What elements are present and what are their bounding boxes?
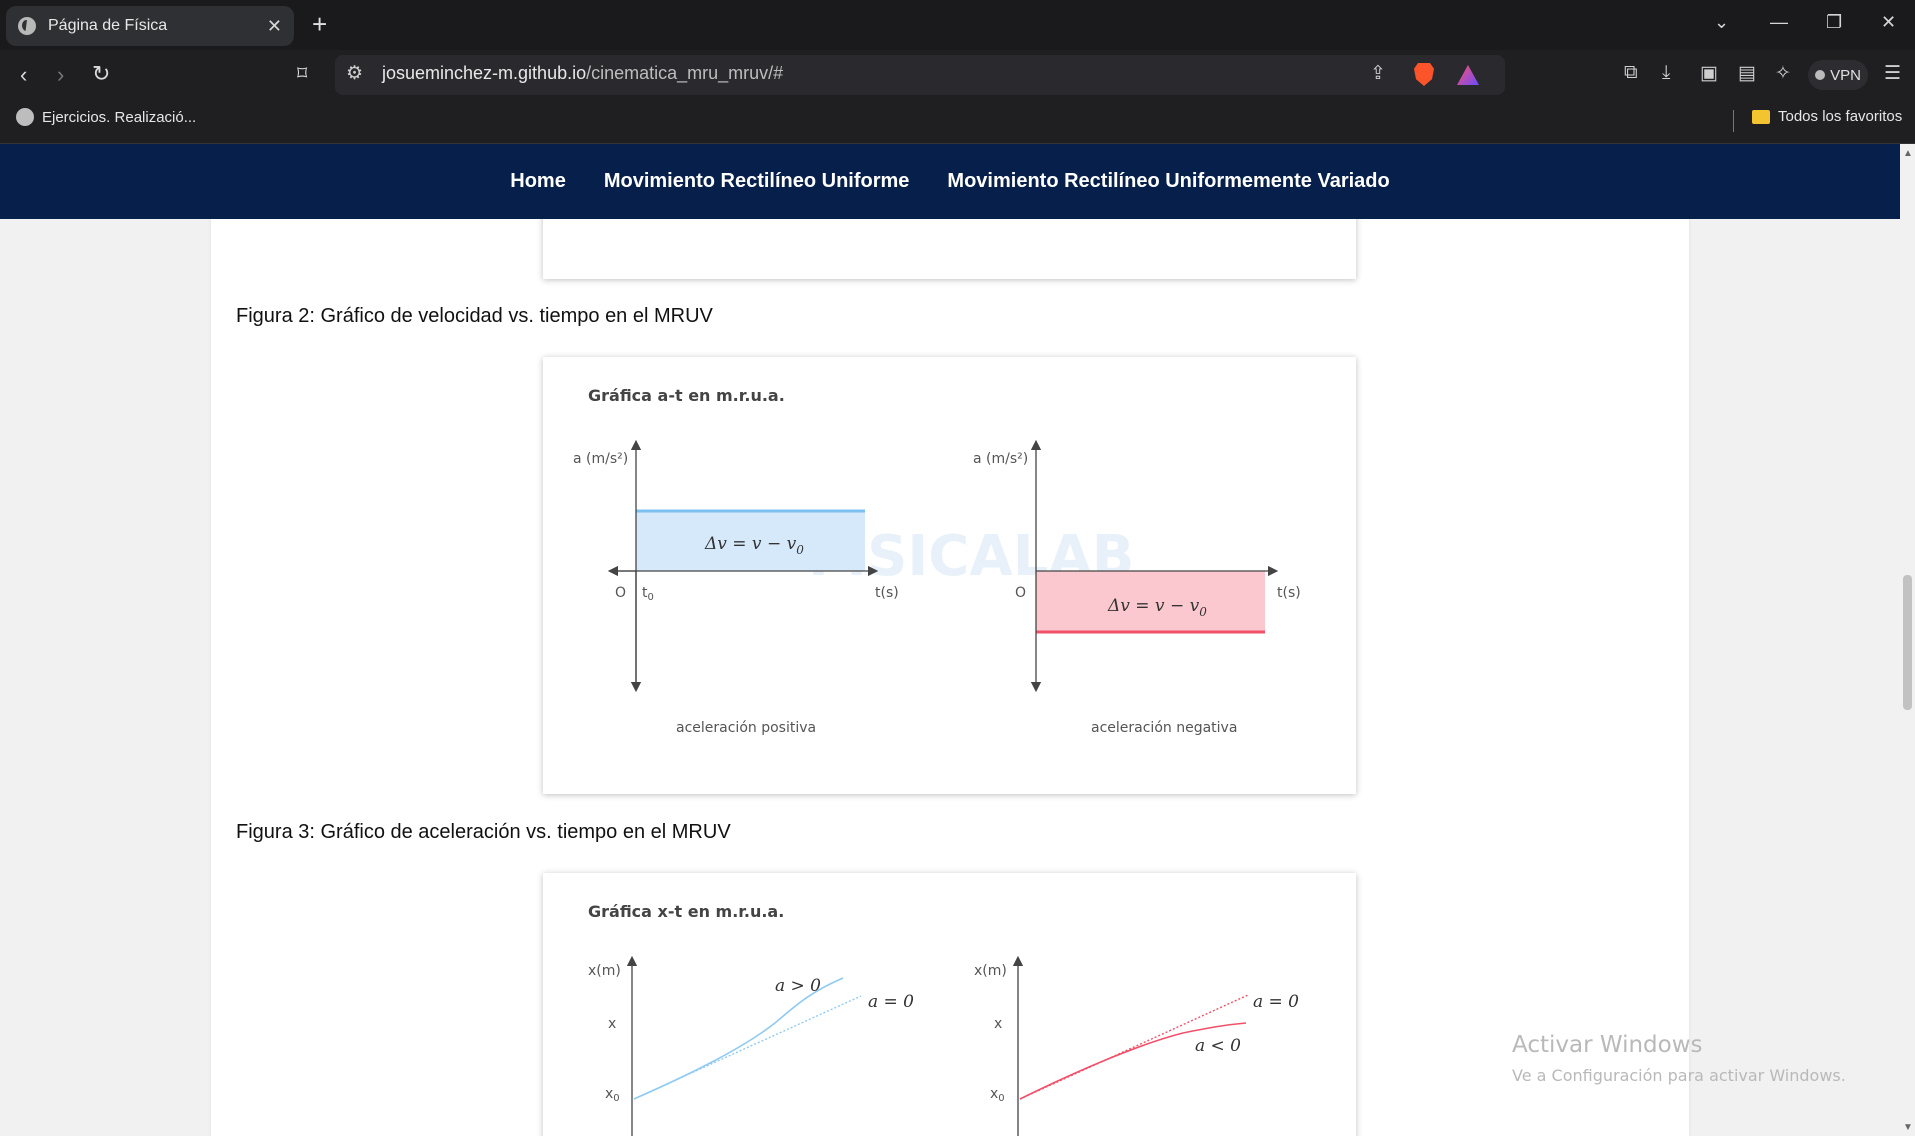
bookmark-item[interactable]: Ejercicios. Realizació...: [16, 108, 196, 126]
at-right-caption: aceleración negativa: [1091, 720, 1237, 736]
restore-icon[interactable]: ❐: [1826, 12, 1842, 33]
xt-left-curve-label: a > 0: [775, 976, 821, 996]
at-left-t0: t0: [642, 585, 654, 603]
xt-right-curve-label: a < 0: [1195, 1036, 1241, 1056]
vpn-button[interactable]: VPN: [1808, 60, 1868, 90]
tab-title: Página de Física: [48, 17, 168, 34]
at-left-caption: aceleración positiva: [676, 720, 816, 736]
minimize-icon[interactable]: —: [1770, 12, 1788, 33]
at-right-origin: O: [1015, 585, 1026, 601]
xt-left-linear: [633, 995, 862, 1100]
bookmarks-bar: [0, 100, 1915, 144]
figure-2-caption: Figura 2: Gráfico de velocidad vs. tiemp…: [236, 305, 713, 327]
back-icon[interactable]: ‹: [20, 62, 27, 88]
figure-3-caption: Figura 3: Gráfico de aceleración vs. tie…: [236, 821, 731, 843]
xt-right-line-label: a = 0: [1253, 992, 1299, 1012]
at-chart-card: Gráfica a-t en m.r.u.a. FISICALAB a (m/s…: [543, 357, 1356, 794]
site-settings-icon[interactable]: ⚙: [346, 62, 363, 85]
xt-left-ylabel: x(m): [588, 963, 621, 979]
at-left-xlabel: t(s): [875, 585, 899, 601]
xt-right-ylabel: x(m): [974, 963, 1007, 979]
xt-left-tick-x: x: [608, 1016, 616, 1032]
tab-search-chevron-icon[interactable]: ⌄: [1714, 12, 1729, 33]
folder-icon: [1752, 109, 1770, 124]
at-left-origin: O: [615, 585, 626, 601]
figure-1-card: [543, 219, 1356, 279]
content-container: Figura 2: Gráfico de velocidad vs. tiemp…: [211, 219, 1689, 1136]
bookmark-icon[interactable]: ⌑: [297, 61, 307, 87]
windows-activation-subtitle: Ve a Configuración para activar Windows.: [1512, 1066, 1846, 1085]
xt-left-tick-x0: x0: [605, 1086, 620, 1104]
site-nav: Home Movimiento Rectilíneo Uniforme Movi…: [0, 144, 1900, 219]
scroll-down-icon[interactable]: ▼: [1903, 1122, 1913, 1133]
page-body: Figura 2: Gráfico de velocidad vs. tiemp…: [0, 219, 1900, 1136]
close-window-icon[interactable]: ✕: [1881, 12, 1896, 33]
xt-right-curve: [1019, 1022, 1247, 1100]
scrollbar-thumb[interactable]: [1903, 575, 1912, 710]
xt-left-curve: [633, 977, 844, 1100]
xt-right-tick-x: x: [994, 1016, 1002, 1032]
nav-mru-link[interactable]: Movimiento Rectilíneo Uniforme: [604, 170, 910, 193]
at-left-formula: Δv = v − v0: [704, 534, 804, 557]
forward-icon[interactable]: ›: [57, 62, 64, 88]
wallet-icon[interactable]: ▤: [1738, 62, 1756, 85]
xt-chart-card: Gráfica x-t en m.r.u.a. x(m) x x0 a > 0 …: [543, 873, 1356, 1136]
globe-icon: [18, 17, 36, 35]
extensions-icon[interactable]: ⧉: [1624, 62, 1638, 84]
at-chart-svg: FISICALAB a (m/s²) t(s) O t0 Δv = v − v0…: [573, 439, 1301, 736]
new-tab-button[interactable]: +: [312, 10, 327, 38]
windows-activation-title: Activar Windows: [1512, 1032, 1703, 1058]
leo-ai-icon[interactable]: ✧: [1775, 62, 1791, 85]
at-left-ylabel: a (m/s²): [573, 451, 628, 467]
share-icon[interactable]: ⇪: [1370, 62, 1386, 85]
all-bookmarks-folder[interactable]: Todos los favoritos: [1752, 108, 1902, 125]
at-right-xlabel: t(s): [1277, 585, 1301, 601]
nav-home-link[interactable]: Home: [510, 170, 566, 193]
at-right-ylabel: a (m/s²): [973, 451, 1028, 467]
xt-left-line-label: a = 0: [868, 992, 914, 1012]
globe-icon: [16, 108, 34, 126]
browser-tab[interactable]: Página de Física ✕: [6, 6, 294, 46]
sidebar-icon[interactable]: ▣: [1700, 62, 1718, 85]
scroll-up-icon[interactable]: ▲: [1903, 148, 1913, 159]
at-right-formula: Δv = v − v0: [1107, 596, 1207, 619]
download-icon[interactable]: ⤓: [1662, 62, 1670, 84]
reload-icon[interactable]: ↻: [92, 61, 110, 87]
vpn-status-icon: [1815, 70, 1826, 80]
xt-chart-svg: x(m) x x0 a > 0 a = 0 x(m) x x0 a = 0 a …: [588, 955, 1299, 1136]
bookmarks-divider: [1733, 110, 1734, 132]
nav-mruv-link[interactable]: Movimiento Rectilíneo Uniformemente Vari…: [947, 170, 1389, 193]
close-tab-icon[interactable]: ✕: [267, 16, 282, 37]
xt-right-tick-x0: x0: [990, 1086, 1005, 1104]
url-text[interactable]: josueminchez-m.github.io/cinematica_mru_…: [382, 63, 783, 84]
menu-icon[interactable]: ☰: [1884, 62, 1901, 85]
